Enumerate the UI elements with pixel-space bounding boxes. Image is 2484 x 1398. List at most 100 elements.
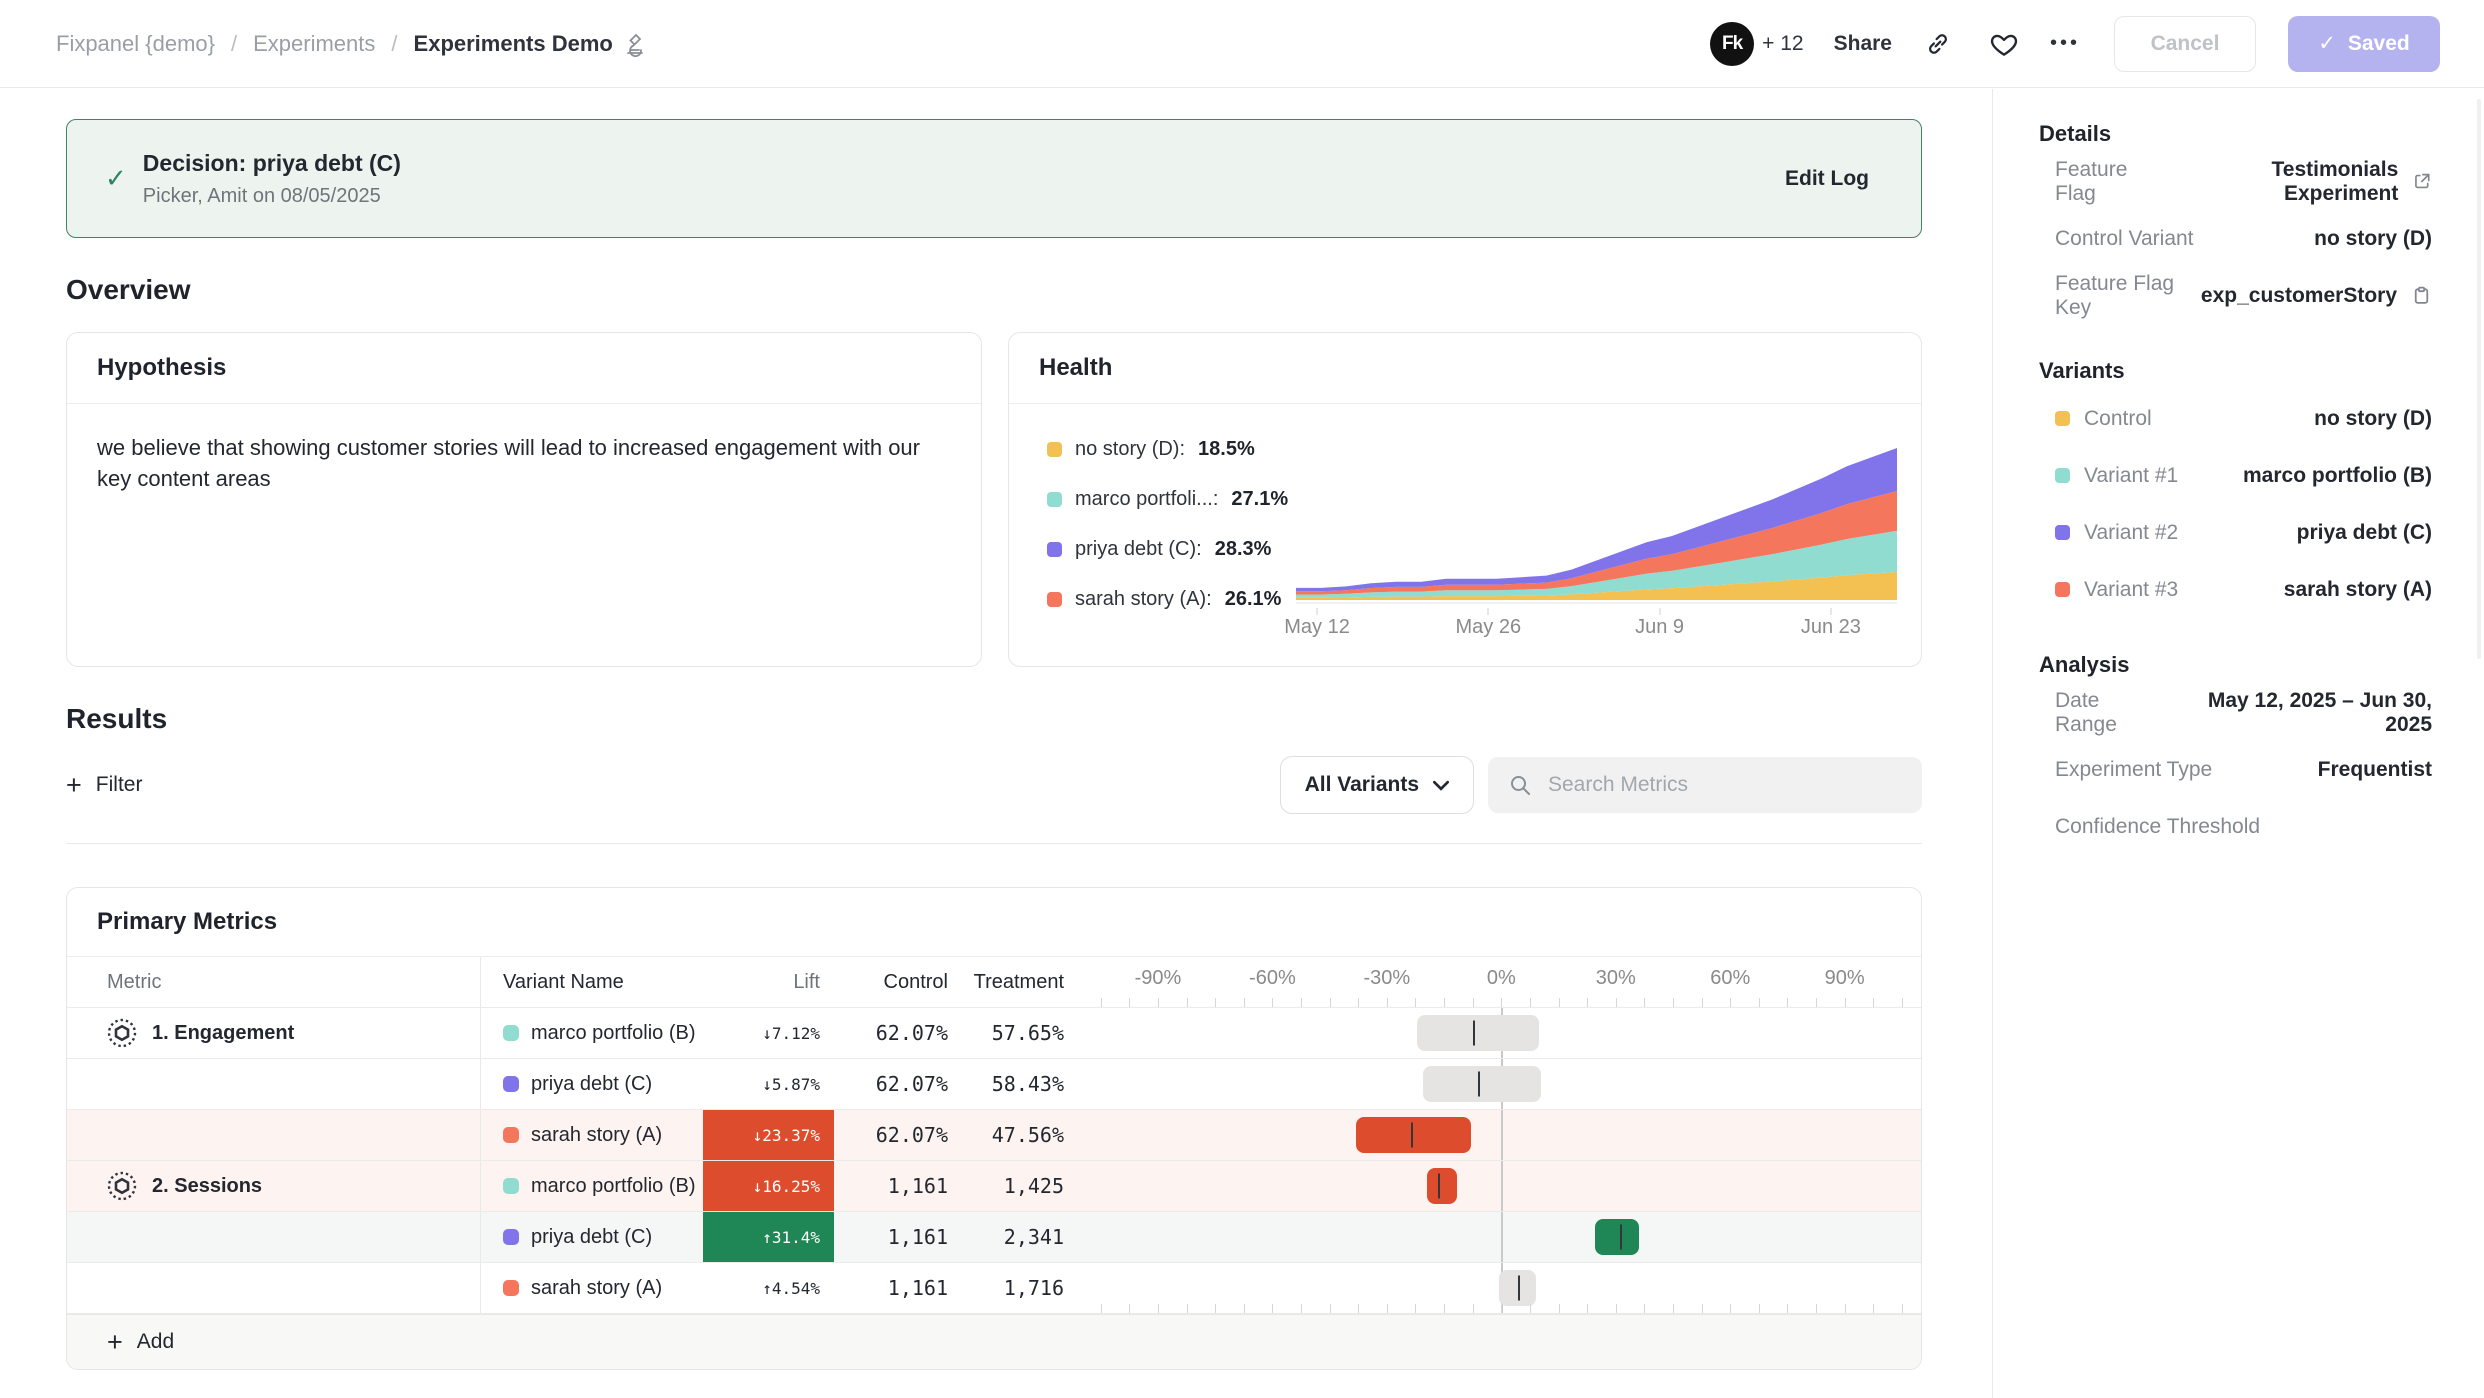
- legend-value: 18.5%: [1198, 438, 1255, 461]
- col-control: Control: [834, 957, 958, 1007]
- tick-mark: [1702, 1304, 1703, 1313]
- legend-value: 27.1%: [1231, 488, 1288, 511]
- lift-value-block: ↓16.25%: [703, 1161, 834, 1211]
- breadcrumb-separator: /: [231, 31, 237, 57]
- sidebar-row-value: Testimonials Experiment: [2167, 158, 2432, 206]
- cancel-button[interactable]: Cancel: [2114, 16, 2256, 72]
- sidebar-row-label: Control: [2055, 407, 2152, 431]
- sidebar-row-value: marco portfolio (B): [2243, 464, 2432, 488]
- search-metrics-input[interactable]: [1546, 772, 1890, 798]
- variant-name: sarah story (A): [531, 1277, 662, 1300]
- x-axis-tick: [1830, 608, 1831, 615]
- lift-value-block: ↓5.87%: [703, 1059, 834, 1109]
- tick-mark: [1616, 998, 1617, 1007]
- overview-heading: Overview: [66, 274, 1922, 306]
- table-row[interactable]: 1. Engagementmarco portfolio (B)↓7.12%62…: [67, 1008, 1921, 1059]
- label-text: Feature Flag: [2055, 158, 2167, 206]
- health-area-chart: [1296, 432, 1897, 608]
- label-text: Control: [2084, 407, 2152, 431]
- legend-value: 26.1%: [1225, 588, 1282, 611]
- table-row[interactable]: priya debt (C)↑31.4%1,1612,341: [67, 1212, 1921, 1263]
- zero-line: [1501, 1212, 1503, 1262]
- tick-mark: [1787, 1304, 1788, 1313]
- tick-mark: [1301, 998, 1302, 1007]
- variant-name: priya debt (C): [531, 1226, 652, 1249]
- health-legend-item: sarah story (A): 26.1%: [1047, 588, 1288, 611]
- search-metrics-box[interactable]: [1488, 757, 1922, 813]
- collaborator-count[interactable]: + 12: [1762, 32, 1803, 56]
- confidence-interval-bar: [1356, 1117, 1470, 1153]
- table-row[interactable]: sarah story (A)↑4.54%1,1611,716: [67, 1263, 1921, 1314]
- tick-mark: [1673, 998, 1674, 1007]
- tick-mark: [1845, 998, 1846, 1007]
- breadcrumb-project[interactable]: Fixpanel {demo}: [56, 31, 215, 57]
- lift-value: ↓23.37%: [753, 1126, 820, 1145]
- tick-mark: [1415, 1304, 1416, 1313]
- sidebar-row-label: Confidence Threshold: [2055, 815, 2260, 839]
- legend-label: sarah story (A):: [1075, 588, 1212, 611]
- share-button[interactable]: Share: [1834, 32, 1892, 56]
- tick-mark: [1530, 1304, 1531, 1313]
- hypothesis-card: Hypothesis we believe that showing custo…: [66, 332, 982, 667]
- favorite-button[interactable]: [1984, 24, 2024, 64]
- point-estimate-marker: [1438, 1174, 1440, 1199]
- breadcrumb-experiments[interactable]: Experiments: [253, 31, 375, 57]
- confidence-interval-cell: [1074, 1110, 1921, 1160]
- decision-title: Decision: priya debt (C): [143, 150, 401, 177]
- saved-label: Saved: [2348, 32, 2410, 56]
- lift-cell: ↓5.87%: [703, 1059, 834, 1109]
- edit-log-button[interactable]: Edit Log: [1785, 167, 1869, 191]
- add-filter-button[interactable]: + Filter: [66, 772, 142, 799]
- header-actions: Fk + 12 Share ••• Cancel ✓ Saved: [1710, 16, 2440, 72]
- sidebar-row-label: Variant #2: [2055, 521, 2178, 545]
- control-cell: 62.07%: [834, 1059, 958, 1109]
- tick-mark: [1330, 1304, 1331, 1313]
- variant-cell: marco portfolio (B): [481, 1161, 703, 1211]
- tick-mark: [1272, 1304, 1273, 1313]
- tick-mark: [1187, 1304, 1188, 1313]
- axis-label: 0%: [1487, 967, 1516, 990]
- table-row[interactable]: sarah story (A)↓23.37%62.07%47.56%: [67, 1110, 1921, 1161]
- breadcrumb-current[interactable]: Experiments Demo: [414, 31, 647, 57]
- axis-label: -30%: [1363, 967, 1410, 990]
- link-icon: [1924, 30, 1952, 58]
- add-metric-button[interactable]: + Add: [67, 1314, 1921, 1369]
- variant-cell: sarah story (A): [481, 1263, 703, 1313]
- breadcrumb-separator: /: [391, 31, 397, 57]
- col-metric: Metric: [67, 957, 481, 1007]
- health-legend-item: priya debt (C): 28.3%: [1047, 538, 1288, 561]
- lift-cell: ↑4.54%: [703, 1263, 834, 1313]
- value-text: exp_customerStory: [2201, 284, 2397, 308]
- value-text: priya debt (C): [2297, 521, 2432, 545]
- point-estimate-marker: [1478, 1072, 1480, 1097]
- sidebar-row-label: Date Range: [2055, 689, 2164, 737]
- tick-mark: [1158, 1304, 1159, 1313]
- scrollbar[interactable]: [2477, 99, 2481, 659]
- sidebar-row-value: priya debt (C): [2297, 521, 2432, 545]
- sidebar-row: Variant #3sarah story (A): [2055, 561, 2432, 618]
- add-label: Add: [137, 1330, 174, 1354]
- avatar[interactable]: Fk: [1710, 22, 1754, 66]
- saved-button[interactable]: ✓ Saved: [2288, 16, 2440, 72]
- tick-mark: [1101, 1304, 1102, 1313]
- label-text: Control Variant: [2055, 227, 2194, 251]
- more-menu-button[interactable]: •••: [2050, 32, 2080, 55]
- copy-link-button[interactable]: [1918, 24, 1958, 64]
- variant-name: priya debt (C): [531, 1073, 652, 1096]
- clipboard-icon[interactable]: [2411, 285, 2432, 306]
- legend-swatch: [1047, 542, 1062, 557]
- confidence-interval-cell: [1074, 1212, 1921, 1262]
- sidebar-row-value: Frequentist: [2318, 758, 2432, 782]
- value-text: marco portfolio (B): [2243, 464, 2432, 488]
- tick-mark: [1902, 998, 1903, 1007]
- point-estimate-marker: [1473, 1021, 1475, 1046]
- tick-mark: [1387, 1304, 1388, 1313]
- label-text: Variant #2: [2084, 521, 2178, 545]
- external-link-icon[interactable]: [2412, 171, 2432, 192]
- x-axis-tick: [1659, 608, 1660, 615]
- zero-line: [1501, 1110, 1503, 1160]
- table-row[interactable]: priya debt (C)↓5.87%62.07%58.43%: [67, 1059, 1921, 1110]
- table-row[interactable]: 2. Sessionsmarco portfolio (B)↓16.25%1,1…: [67, 1161, 1921, 1212]
- decision-subtitle: Picker, Amit on 08/05/2025: [143, 185, 401, 208]
- variants-dropdown[interactable]: All Variants: [1280, 756, 1474, 814]
